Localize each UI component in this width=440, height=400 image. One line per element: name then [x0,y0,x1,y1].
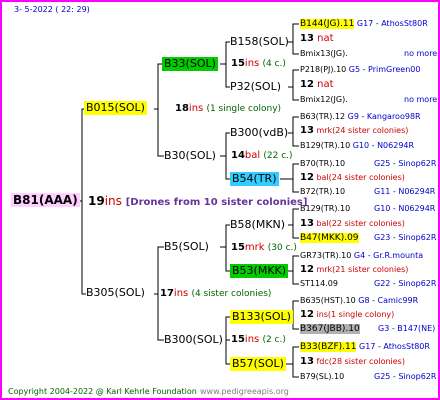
queen-b30[interactable]: B30(SOL) [162,149,218,163]
queen-b300[interactable]: B300(SOL) [162,333,225,347]
root-queen[interactable]: B81(AAA) [11,193,80,207]
gen5-row-15[interactable]: B47(MKK).09 G23 - Sinop62R [300,233,436,243]
queen-b305[interactable]: B305(SOL) [84,286,147,300]
queen-b133[interactable]: B133(SOL) [230,310,293,324]
queen-p32[interactable]: P32(SOL) [228,80,283,94]
gen5-row-23: 13 fdc(28 sister colonies) [300,356,405,367]
b305-inbreeding: 17ins (4 sister colonies) [160,288,272,299]
gen5-row-14: 13 bal(22 sister colonies) [300,218,405,229]
pedigree-frame: 3- 5-2022 ( 22: 29) B81(AAA) 19ins [Dron… [0,0,440,400]
queen-b158[interactable]: B158(SOL) [228,35,291,49]
root-inbreeding: 19ins [Drones from 10 sister colonies] [88,194,308,208]
b33-inbreeding: 15ins (4 c.) [231,58,286,69]
gen5-row-11: 12 bal(24 sister colonies) [300,172,405,183]
gen5-row-24[interactable]: B79(SL).10 G25 - Sinop62R [300,372,436,382]
queen-b53[interactable]: B53(MKK) [230,264,289,278]
gen5-row-6[interactable]: Bmix12(JG). no more [300,95,437,105]
b300-inbreeding: 15ins (2 c.) [231,334,286,345]
gen5-row-1[interactable]: B144(JG).11 G17 - AthosSt80R [300,19,428,29]
queen-b54[interactable]: B54(TR) [230,172,279,186]
b5-inbreeding: 15mrk (30 c.) [231,242,297,253]
gen5-row-20: 12 ins(1 single colony) [300,309,395,320]
queen-b015[interactable]: B015(SOL) [84,101,147,115]
gen5-row-18[interactable]: ST114.09 G22 - Sinop62R [300,279,436,289]
queen-b57[interactable]: B57(SOL) [230,357,286,371]
gen5-row-7[interactable]: B63(TR).12 G9 - Kangaroo98R [300,112,421,122]
gen5-row-9[interactable]: B129(TR).10 G10 - N06294R [300,141,414,151]
gen5-row-13[interactable]: B129(TR).10 G10 - N06294R [300,204,435,214]
gen5-row-4[interactable]: P218(PJ).10 G5 - PrimGreen00 [300,65,420,75]
queen-b300vdb[interactable]: B300(vdB) [228,126,290,140]
gen5-row-8: 13 mrk(24 sister colonies) [300,125,409,136]
b30-inbreeding: 14bal (22 c.) [231,150,293,161]
gen5-row-21[interactable]: B367(JBB).10 G3 - B147(NE) [300,324,435,334]
gen5-row-5: 12 nat [300,79,334,90]
b015-inbreeding: 18ins (1 single colony) [175,103,282,114]
gen5-row-19[interactable]: B635(HST).10 G8 - Camic99R [300,296,418,306]
gen5-row-17: 12 mrk(21 sister colonies) [300,264,409,275]
queen-b58[interactable]: B58(MKN) [228,218,287,232]
gen5-row-3[interactable]: Bmix13(JG). no more [300,49,437,59]
date-header: 3- 5-2022 ( 22: 29) [14,5,90,14]
queen-b33[interactable]: B33(SOL) [162,57,218,71]
gen5-row-2: 13 nat [300,33,334,44]
gen5-row-12[interactable]: B72(TR).10 G11 - N06294R [300,187,435,197]
gen5-row-22[interactable]: B33(BZF).11 G17 - AthosSt80R [300,342,430,352]
queen-b5[interactable]: B5(SOL) [162,240,211,254]
gen5-row-16[interactable]: GR73(TR).10 G4 - Gr.R.mounta [300,251,423,261]
gen5-row-10[interactable]: B70(TR).10 G25 - Sinop62R [300,159,436,169]
copyright-footer: Copyright 2004-2022 @ Karl Kehrle Founda… [8,387,289,396]
